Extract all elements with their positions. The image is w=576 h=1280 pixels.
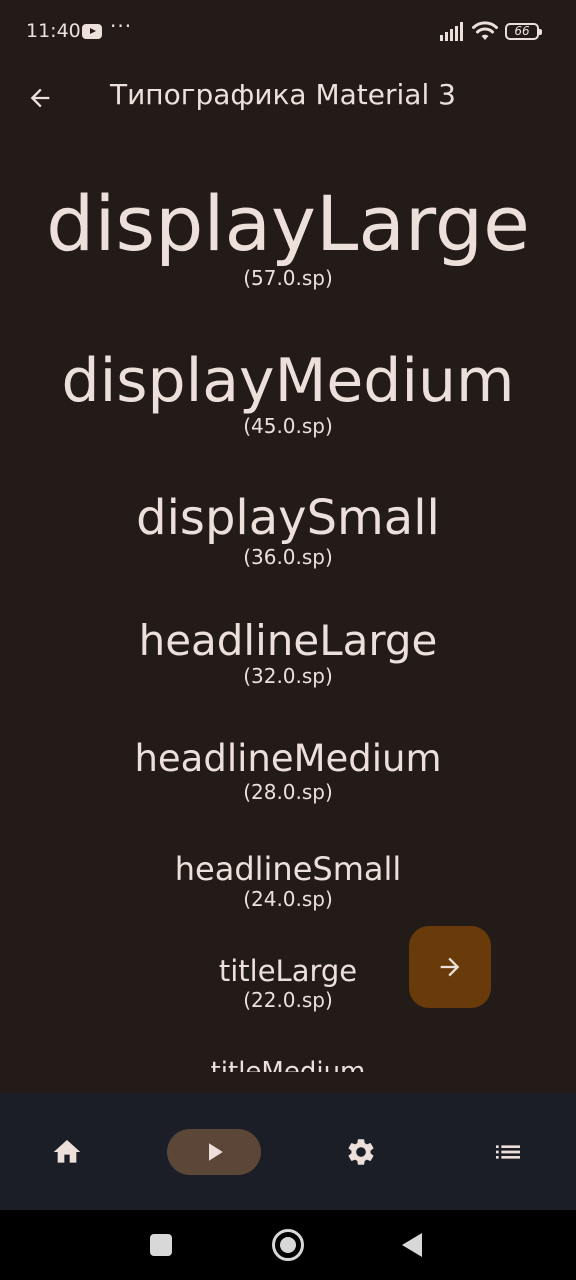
type-item-title-medium: titleMedium [0,1058,576,1072]
next-fab-button[interactable] [409,926,491,1008]
play-icon [209,1143,223,1161]
type-size: (24.0.sp) [243,887,333,912]
type-name: headlineMedium [134,737,442,780]
type-name: displayMedium [61,346,515,416]
page-title: Типографика Material 3 [110,78,456,111]
wifi-icon [472,21,498,40]
list-icon [496,1145,520,1159]
back-button[interactable] [14,72,66,124]
type-item-display-large: displayLarge (57.0.sp) [0,182,576,290]
type-item-headline-small: headlineSmall (24.0.sp) [0,850,576,912]
type-name: headlineSmall [174,850,402,888]
type-item-headline-medium: headlineMedium (28.0.sp) [0,737,576,804]
nav-item-settings[interactable] [314,1129,408,1175]
type-size: (32.0.sp) [243,664,333,689]
type-size: (57.0.sp) [243,265,333,290]
nav-item-list[interactable] [461,1129,555,1175]
type-size: (36.0.sp) [243,544,333,569]
bottom-navigation [0,1093,576,1210]
type-item-display-small: displaySmall (36.0.sp) [0,492,576,569]
type-name: displayLarge [46,179,530,268]
top-app-bar: Типографика Material 3 [0,64,576,130]
system-home-icon[interactable] [272,1229,304,1261]
type-item-display-medium: displayMedium (45.0.sp) [0,348,576,438]
type-name: headlineLarge [138,616,438,665]
system-navigation-bar [0,1210,576,1280]
type-size: (45.0.sp) [243,414,333,438]
arrow-forward-icon [440,957,460,977]
type-item-headline-large: headlineLarge (32.0.sp) [0,616,576,689]
typography-list[interactable]: displayLarge (57.0.sp) displayMedium (45… [0,130,576,1072]
nav-item-home[interactable] [20,1129,114,1175]
type-name: displaySmall [136,490,440,546]
type-name: titleMedium [210,1057,366,1072]
nav-item-play[interactable] [167,1129,261,1175]
signal-icon [440,22,463,41]
status-bar: 11:40 ··· 66 [0,0,576,64]
battery-level: 66 [514,24,530,38]
youtube-notification-icon [82,24,102,39]
status-time: 11:40 [26,20,81,42]
battery-icon: 66 [505,23,542,40]
type-size: (28.0.sp) [243,779,333,804]
more-dots-icon: ··· [110,14,133,38]
settings-gear-icon [348,1139,374,1165]
system-back-icon[interactable] [402,1233,422,1257]
arrow-back-icon [30,88,50,108]
home-icon [53,1140,81,1163]
recent-apps-icon[interactable] [150,1234,172,1256]
